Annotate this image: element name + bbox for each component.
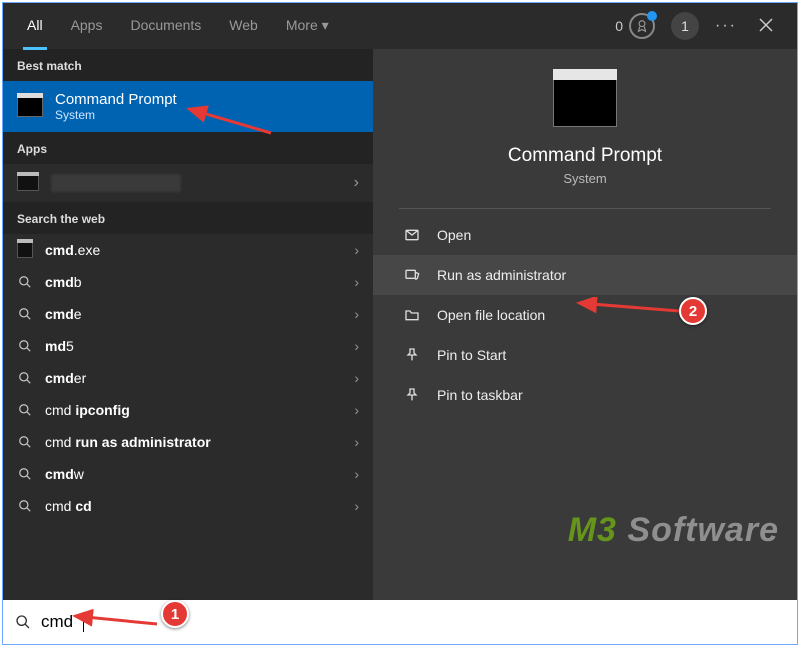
watermark: M3 Software	[568, 511, 779, 550]
top-right-controls: 0 1 ···	[615, 3, 787, 49]
web-result[interactable]: cmd ipconfig ›	[3, 394, 373, 426]
web-result[interactable]: md5 ›	[3, 330, 373, 362]
folder-icon	[403, 306, 421, 324]
web-result-label: cmde	[45, 306, 82, 322]
search-icon	[17, 434, 33, 450]
command-prompt-icon	[17, 97, 43, 117]
pin-icon	[403, 346, 421, 364]
web-result[interactable]: cmde ›	[3, 298, 373, 330]
pin-taskbar-icon	[403, 386, 421, 404]
web-result[interactable]: cmd cd ›	[3, 490, 373, 522]
web-result-label: cmd run as administrator	[45, 434, 211, 450]
tab-web[interactable]: Web	[215, 3, 272, 49]
app-name-redacted	[51, 174, 181, 192]
shield-icon	[403, 266, 421, 284]
chevron-right-icon: ›	[354, 242, 359, 258]
notification-dot-icon	[647, 11, 657, 21]
action-open-location-label: Open file location	[437, 307, 545, 323]
preview-subtitle: System	[563, 171, 606, 186]
search-icon	[17, 306, 33, 322]
web-result-label: cmdw	[45, 466, 84, 482]
web-result-label: cmdb	[45, 274, 82, 290]
tab-all[interactable]: All	[13, 3, 57, 49]
web-result-label: md5	[45, 338, 74, 354]
action-run-admin-label: Run as administrator	[437, 267, 566, 283]
web-result-label: cmd cd	[45, 498, 92, 514]
app-icon	[17, 175, 39, 191]
action-run-as-administrator[interactable]: Run as administrator	[373, 255, 797, 295]
search-icon	[17, 370, 33, 386]
rewards-indicator[interactable]: 0	[615, 13, 655, 39]
chevron-right-icon: ›	[354, 306, 359, 322]
tab-documents[interactable]: Documents	[116, 3, 215, 49]
search-icon	[17, 402, 33, 418]
action-pin-to-taskbar[interactable]: Pin to taskbar	[373, 375, 797, 415]
chevron-right-icon: ›	[354, 370, 359, 386]
annotation-arrow-best	[183, 103, 273, 137]
tab-apps[interactable]: Apps	[57, 3, 117, 49]
divider	[399, 208, 771, 209]
chevron-right-icon: ›	[354, 338, 359, 354]
action-open[interactable]: Open	[373, 215, 797, 255]
command-prompt-icon	[17, 242, 33, 258]
section-search-web: Search the web	[3, 202, 373, 234]
chevron-right-icon: ›	[354, 174, 359, 192]
search-icon	[17, 338, 33, 354]
annotation-arrow-1	[69, 606, 159, 632]
tab-more[interactable]: More ▾	[272, 3, 343, 49]
web-result-label: cmd.exe	[45, 242, 100, 258]
rewards-count: 0	[615, 18, 623, 34]
action-open-label: Open	[437, 227, 471, 243]
chevron-down-icon: ▾	[322, 17, 329, 33]
search-icon	[17, 466, 33, 482]
search-icon	[17, 498, 33, 514]
tab-bar: All Apps Documents Web More ▾ 0 1 ···	[3, 3, 797, 49]
annotation-arrow-2	[573, 297, 683, 321]
close-button[interactable]	[753, 12, 779, 41]
chevron-right-icon: ›	[354, 274, 359, 290]
chevron-right-icon: ›	[354, 466, 359, 482]
search-icon	[17, 274, 33, 290]
chevron-right-icon: ›	[354, 498, 359, 514]
web-result[interactable]: cmder ›	[3, 362, 373, 394]
web-result-label: cmd ipconfig	[45, 402, 130, 418]
rewards-icon	[629, 13, 655, 39]
action-pin-start-label: Pin to Start	[437, 347, 506, 363]
preview-app-icon	[553, 79, 617, 127]
best-match-subtitle: System	[55, 108, 177, 122]
more-options-button[interactable]: ···	[715, 17, 737, 35]
account-button[interactable]: 1	[671, 12, 699, 40]
web-result[interactable]: cmdw ›	[3, 458, 373, 490]
search-window: All Apps Documents Web More ▾ 0 1 ··· Be…	[2, 2, 798, 645]
web-result[interactable]: cmdb ›	[3, 266, 373, 298]
chevron-right-icon: ›	[354, 402, 359, 418]
preview-title: Command Prompt	[508, 145, 662, 167]
best-match-title: Command Prompt	[55, 91, 177, 108]
web-result[interactable]: cmd run as administrator ›	[3, 426, 373, 458]
chevron-right-icon: ›	[354, 434, 359, 450]
annotation-badge-1: 1	[161, 600, 189, 628]
annotation-badge-2: 2	[679, 297, 707, 325]
action-pin-to-start[interactable]: Pin to Start	[373, 335, 797, 375]
preview-panel: Command Prompt System Open Run as admini…	[373, 49, 797, 600]
web-result-label: cmder	[45, 370, 86, 386]
section-best-match: Best match	[3, 49, 373, 81]
action-pin-taskbar-label: Pin to taskbar	[437, 387, 523, 403]
web-result[interactable]: cmd.exe ›	[3, 234, 373, 266]
apps-result[interactable]: ›	[3, 164, 373, 202]
open-icon	[403, 226, 421, 244]
